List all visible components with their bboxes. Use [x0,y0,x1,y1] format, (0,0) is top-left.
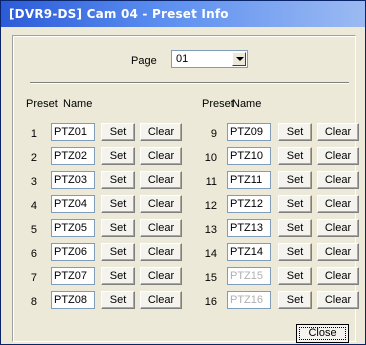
preset-name-field[interactable]: PTZ05 [51,219,95,237]
preset-number: 7 [30,272,37,284]
preset-name-value: PTZ06 [54,246,88,258]
preset-name-value: PTZ13 [230,222,264,234]
page-select-value: 01 [176,53,189,65]
right-preset-header: Preset [202,98,234,110]
preset-name-field[interactable]: PTZ09 [227,123,271,141]
clear-button[interactable]: Clear [140,195,182,213]
preset-name-value: PTZ01 [54,126,88,138]
preset-name-value: PTZ15 [230,270,264,282]
preset-name-value: PTZ05 [54,222,88,234]
preset-name-field[interactable]: PTZ02 [51,147,95,165]
preset-number: 11 [205,176,217,188]
preset-name-field[interactable]: PTZ11 [227,171,271,189]
preset-number: 4 [30,200,37,212]
preset-name-field[interactable]: PTZ04 [51,195,95,213]
set-button[interactable]: Set [278,195,312,213]
set-button[interactable]: Set [101,195,135,213]
preset-name-field[interactable]: PTZ12 [227,195,271,213]
set-button[interactable]: Set [278,267,312,285]
set-button[interactable]: Set [101,291,135,309]
set-button[interactable]: Set [278,123,312,141]
preset-number: 1 [30,128,37,140]
preset-name-field[interactable]: PTZ10 [227,147,271,165]
preset-name-value: PTZ09 [230,126,264,138]
set-button[interactable]: Set [278,291,312,309]
set-button[interactable]: Set [278,171,312,189]
preset-number: 9 [210,128,217,140]
preset-number: 13 [204,224,217,236]
clear-button[interactable]: Clear [140,243,182,261]
preset-number: 5 [30,224,37,236]
clear-button[interactable]: Clear [140,123,182,141]
clear-button[interactable]: Clear [317,147,359,165]
preset-number: 2 [30,152,37,164]
preset-name-value: PTZ08 [54,294,88,306]
preset-name-value: PTZ07 [54,270,88,282]
preset-name-field[interactable]: PTZ07 [51,267,95,285]
set-button[interactable]: Set [101,171,135,189]
set-button[interactable]: Set [101,123,135,141]
preset-number: 6 [30,248,37,260]
preset-name-field[interactable]: PTZ06 [51,243,95,261]
title-bar[interactable]: [DVR9-DS] Cam 04 - Preset Info [1,1,365,27]
clear-button[interactable]: Clear [140,267,182,285]
page-label: Page [131,55,157,67]
preset-number: 10 [204,152,217,164]
set-button[interactable]: Set [278,219,312,237]
chevron-down-icon[interactable] [232,52,246,66]
left-name-header: Name [63,98,93,110]
preset-number: 15 [204,272,217,284]
preset-name-value: PTZ11 [230,174,263,186]
set-button[interactable]: Set [278,147,312,165]
preset-name-value: PTZ04 [54,198,88,210]
left-preset-header: Preset [26,98,58,110]
clear-button[interactable]: Clear [317,219,359,237]
clear-button[interactable]: Clear [140,171,182,189]
preset-name-value: PTZ10 [230,150,264,162]
clear-button[interactable]: Clear [317,267,359,285]
right-name-header: Name [232,98,262,110]
preset-number: 14 [204,248,217,260]
page-select[interactable]: 01 [171,50,248,68]
preset-name-field[interactable]: PTZ14 [227,243,271,261]
close-button-label: Close [308,327,337,339]
clear-button[interactable]: Clear [317,195,359,213]
window-title: [DVR9-DS] Cam 04 - Preset Info [9,7,229,21]
clear-button[interactable]: Clear [317,291,359,309]
set-button[interactable]: Set [101,147,135,165]
preset-name-value: PTZ03 [54,174,88,186]
set-button[interactable]: Set [101,219,135,237]
preset-number: 3 [30,176,37,188]
clear-button[interactable]: Clear [140,219,182,237]
clear-button[interactable]: Clear [317,171,359,189]
set-button[interactable]: Set [101,243,135,261]
preset-name-field: PTZ15 [227,267,271,285]
separator-line [30,82,349,84]
clear-button[interactable]: Clear [317,123,359,141]
preset-name-value: PTZ12 [230,198,264,210]
preset-number: 12 [204,200,217,212]
preset-name-field[interactable]: PTZ08 [51,291,95,309]
preset-name-field[interactable]: PTZ01 [51,123,95,141]
preset-name-value: PTZ14 [230,246,264,258]
preset-name-value: PTZ02 [54,150,88,162]
set-button[interactable]: Set [101,267,135,285]
preset-name-field: PTZ16 [227,291,271,309]
clear-button[interactable]: Clear [317,243,359,261]
preset-name-value: PTZ16 [230,294,264,306]
preset-name-field[interactable]: PTZ13 [227,219,271,237]
set-button[interactable]: Set [278,243,312,261]
clear-button[interactable]: Clear [140,147,182,165]
preset-number: 8 [30,296,37,308]
clear-button[interactable]: Clear [140,291,182,309]
preset-number: 16 [204,296,217,308]
preset-name-field[interactable]: PTZ03 [51,171,95,189]
preset-info-window: [DVR9-DS] Cam 04 - Preset Info Page 01 P… [0,0,366,345]
close-button[interactable]: Close [296,324,349,343]
